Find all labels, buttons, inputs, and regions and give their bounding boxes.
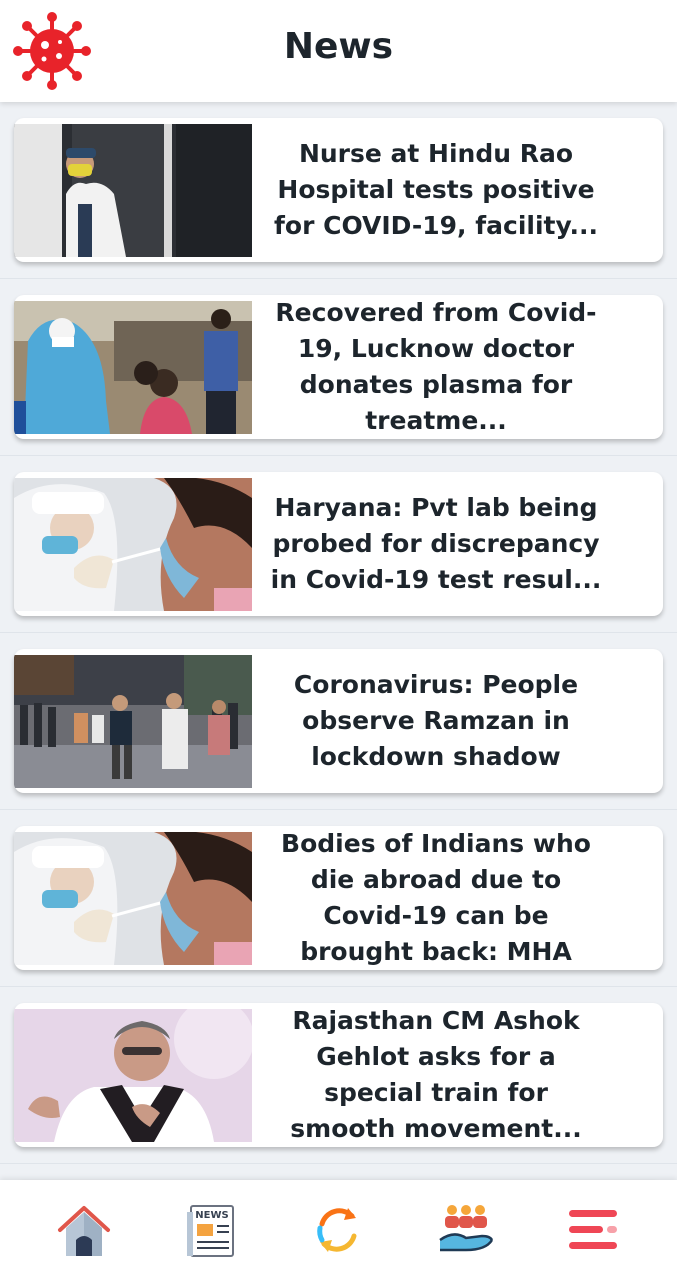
- news-card[interactable]: Bodies of Indians who die abroad due to …: [14, 826, 663, 970]
- refresh-icon: [317, 1208, 357, 1252]
- news-card[interactable]: Rajasthan CM Ashok Gehlot asks for a spe…: [14, 1003, 663, 1147]
- news-headline: Haryana: Pvt lab being probed for discre…: [270, 493, 602, 594]
- news-headline: Nurse at Hindu Rao Hospital tests positi…: [274, 139, 598, 240]
- nav-menu-button[interactable]: [561, 1198, 625, 1262]
- news-row: Bodies of Indians who die abroad due to …: [0, 810, 677, 987]
- news-row: Coronavirus: People observe Ramzan in lo…: [0, 633, 677, 810]
- news-thumbnail: [14, 301, 252, 434]
- news-headline: Coronavirus: People observe Ramzan in lo…: [293, 670, 579, 771]
- app-header: News: [0, 0, 677, 102]
- nav-news-button[interactable]: NEWS: [179, 1198, 243, 1262]
- news-card[interactable]: Recovered from Covid-19, Lucknow doctor …: [14, 295, 663, 439]
- news-row: Haryana: Pvt lab being probed for discre…: [0, 456, 677, 633]
- news-headline: Bodies of Indians who die abroad due to …: [281, 829, 591, 966]
- news-card[interactable]: Nurse at Hindu Rao Hospital tests positi…: [14, 118, 663, 262]
- news-row: [0, 1164, 677, 1180]
- news-headline: Rajasthan CM Ashok Gehlot asks for a spe…: [290, 1006, 582, 1143]
- svg-text:NEWS: NEWS: [195, 1210, 228, 1221]
- news-row: Rajasthan CM Ashok Gehlot asks for a spe…: [0, 987, 677, 1164]
- bottom-navigation: NEWS: [0, 1180, 677, 1280]
- news-thumbnail: [14, 832, 252, 965]
- news-card[interactable]: Coronavirus: People observe Ramzan in lo…: [14, 649, 663, 793]
- nav-community-button[interactable]: [434, 1198, 498, 1262]
- nav-refresh-button[interactable]: [306, 1198, 370, 1262]
- news-thumbnail: [14, 655, 252, 788]
- menu-icon: [569, 1210, 618, 1249]
- news-headline: Recovered from Covid-19, Lucknow doctor …: [275, 298, 597, 435]
- news-row: Nurse at Hindu Rao Hospital tests positi…: [0, 102, 677, 279]
- newspaper-icon: NEWS: [187, 1205, 235, 1257]
- page-title: News: [283, 26, 394, 67]
- news-thumbnail: [14, 1009, 252, 1142]
- news-feed[interactable]: Nurse at Hindu Rao Hospital tests positi…: [0, 102, 677, 1180]
- nav-home-button[interactable]: [52, 1198, 116, 1262]
- news-thumbnail: [14, 124, 252, 257]
- home-icon: [57, 1206, 110, 1256]
- news-thumbnail: [14, 478, 252, 611]
- community-hand-icon: [439, 1205, 493, 1252]
- news-row: Recovered from Covid-19, Lucknow doctor …: [0, 279, 677, 456]
- news-card[interactable]: Haryana: Pvt lab being probed for discre…: [14, 472, 663, 616]
